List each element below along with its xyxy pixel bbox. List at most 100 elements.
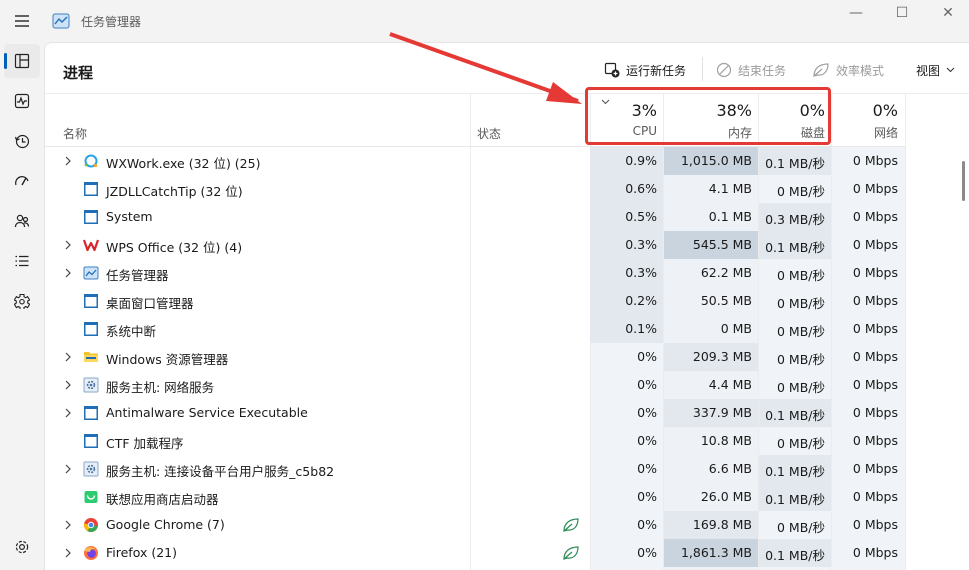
disk-value: 0 MB/秒 [777, 380, 825, 395]
efficiency-leaf-icon [562, 517, 580, 533]
sidebar-item-services[interactable] [4, 284, 40, 318]
vertical-scrollbar[interactable] [962, 161, 965, 201]
app-window-icon [83, 321, 99, 337]
end-task-icon [716, 62, 732, 78]
network-value: 0 Mbps [852, 517, 898, 532]
disk-value: 0 MB/秒 [777, 184, 825, 199]
cpu-value: 0% [637, 545, 657, 560]
table-row[interactable]: JZDLLCatchTip (32 位) 0.6% 4.1 MB 0 MB/秒 … [45, 175, 905, 203]
table-row[interactable]: System 0.5% 0.1 MB 0.3 MB/秒 0 Mbps [45, 203, 905, 231]
expand-chevron-icon[interactable] [63, 154, 73, 168]
cpu-value: 0.6% [625, 181, 657, 196]
table-row[interactable]: 服务主机: 网络服务 0% 4.4 MB 0 MB/秒 0 Mbps [45, 371, 905, 399]
table-row[interactable]: 联想应用商店启动器 0% 26.0 MB 0.1 MB/秒 0 Mbps [45, 483, 905, 511]
memory-value: 0 MB [720, 321, 752, 336]
disk-value: 0.1 MB/秒 [765, 548, 825, 563]
network-value: 0 Mbps [852, 377, 898, 392]
maximize-button[interactable]: ☐ [879, 4, 925, 26]
table-row[interactable]: Windows 资源管理器 0% 209.3 MB 0 MB/秒 0 Mbps [45, 343, 905, 371]
page-title: 进程 [63, 64, 94, 82]
network-value: 0 Mbps [852, 349, 898, 364]
process-name: System [106, 209, 153, 224]
wxwork-icon [83, 153, 99, 169]
minimize-button[interactable]: — [833, 4, 879, 26]
sidebar-item-processes[interactable] [4, 44, 40, 78]
expand-chevron-icon[interactable] [63, 350, 73, 364]
app-history-icon [14, 134, 30, 149]
memory-value: 26.0 MB [700, 489, 752, 504]
app-window-icon [83, 405, 99, 421]
table-row[interactable]: Antimalware Service Executable 0% 337.9 … [45, 399, 905, 427]
memory-value: 169.8 MB [692, 517, 752, 532]
expand-chevron-icon[interactable] [63, 378, 73, 392]
process-name: Google Chrome (7) [106, 517, 225, 532]
disk-value: 0.1 MB/秒 [765, 156, 825, 171]
cpu-value: 0% [637, 349, 657, 364]
efficiency-mode-button[interactable]: 效率模式 [812, 59, 884, 81]
network-total-percent: 0% [872, 101, 898, 120]
title-bar: 任务管理器 — ☐ ✕ [0, 0, 969, 42]
expand-chevron-icon[interactable] [63, 462, 73, 476]
network-value: 0 Mbps [852, 489, 898, 504]
sidebar-item-performance[interactable] [4, 84, 40, 118]
table-row[interactable]: WXWork.exe (32 位) (25) 0.9% 1,015.0 MB 0… [45, 147, 905, 175]
table-row[interactable]: 服务主机: 连接设备平台用户服务_c5b82 0% 6.6 MB 0.1 MB/… [45, 455, 905, 483]
network-value: 0 Mbps [852, 153, 898, 168]
expand-chevron-icon[interactable] [63, 266, 73, 280]
sidebar-item-users[interactable] [4, 204, 40, 238]
memory-value: 4.4 MB [708, 377, 752, 392]
process-name: CTF 加载程序 [106, 436, 184, 451]
status-column-header[interactable]: 状态 [477, 125, 501, 142]
cpu-value: 0% [637, 377, 657, 392]
efficiency-leaf-icon [562, 545, 580, 561]
sidebar-item-settings[interactable] [4, 530, 40, 564]
disk-value: 0 MB/秒 [777, 520, 825, 535]
end-task-button[interactable]: 结束任务 [716, 59, 786, 81]
toolbar-separator [702, 57, 703, 81]
sidebar-item-app-history[interactable] [4, 124, 40, 158]
table-row[interactable]: 任务管理器 0.3% 62.2 MB 0 MB/秒 0 Mbps [45, 259, 905, 287]
process-name: 服务主机: 网络服务 [106, 380, 215, 395]
process-name: 联想应用商店启动器 [106, 492, 219, 507]
network-value: 0 Mbps [852, 321, 898, 336]
table-row[interactable]: Firefox (21) 0% 1,861.3 MB 0.1 MB/秒 0 Mb… [45, 539, 905, 567]
table-row[interactable]: Google Chrome (7) 0% 169.8 MB 0 MB/秒 0 M… [45, 511, 905, 539]
disk-value: 0 MB/秒 [777, 352, 825, 367]
network-value: 0 Mbps [852, 433, 898, 448]
table-row[interactable]: WPS Office (32 位) (4) 0.3% 545.5 MB 0.1 … [45, 231, 905, 259]
expand-chevron-icon[interactable] [63, 406, 73, 420]
memory-value: 337.9 MB [692, 405, 752, 420]
cpu-value: 0.3% [625, 265, 657, 280]
view-menu-button[interactable]: 视图 [916, 59, 955, 81]
cpu-value: 0% [637, 517, 657, 532]
hamburger-menu-icon[interactable] [12, 11, 32, 31]
cpu-value: 0% [637, 489, 657, 504]
wps-icon [82, 237, 100, 253]
leaf-icon [813, 63, 829, 77]
process-name: 任务管理器 [106, 268, 169, 283]
processes-icon [14, 53, 30, 69]
run-new-task-button[interactable]: 运行新任务 [604, 59, 686, 81]
cpu-value: 0% [637, 433, 657, 448]
expand-chevron-icon[interactable] [63, 518, 73, 532]
name-column-header[interactable]: 名称 [63, 125, 87, 142]
table-row[interactable]: CTF 加载程序 0% 10.8 MB 0 MB/秒 0 Mbps [45, 427, 905, 455]
callout-highlight-box [585, 87, 831, 145]
expand-chevron-icon[interactable] [63, 546, 73, 560]
close-button[interactable]: ✕ [925, 4, 969, 26]
disk-value: 0 MB/秒 [777, 296, 825, 311]
process-name: 桌面窗口管理器 [106, 296, 194, 311]
details-icon [15, 255, 29, 267]
sidebar-item-startup[interactable] [4, 164, 40, 198]
disk-value: 0.3 MB/秒 [765, 212, 825, 227]
table-row[interactable]: 桌面窗口管理器 0.2% 50.5 MB 0 MB/秒 0 Mbps [45, 287, 905, 315]
cpu-value: 0.3% [625, 237, 657, 252]
view-menu-label: 视图 [916, 63, 941, 78]
disk-value: 0.1 MB/秒 [765, 408, 825, 423]
expand-chevron-icon[interactable] [63, 238, 73, 252]
process-name: Windows 资源管理器 [106, 352, 229, 367]
sidebar-nav [0, 42, 44, 570]
task-manager-icon [83, 265, 99, 281]
sidebar-item-details[interactable] [4, 244, 40, 278]
table-row[interactable]: 系统中断 0.1% 0 MB 0 MB/秒 0 Mbps [45, 315, 905, 343]
